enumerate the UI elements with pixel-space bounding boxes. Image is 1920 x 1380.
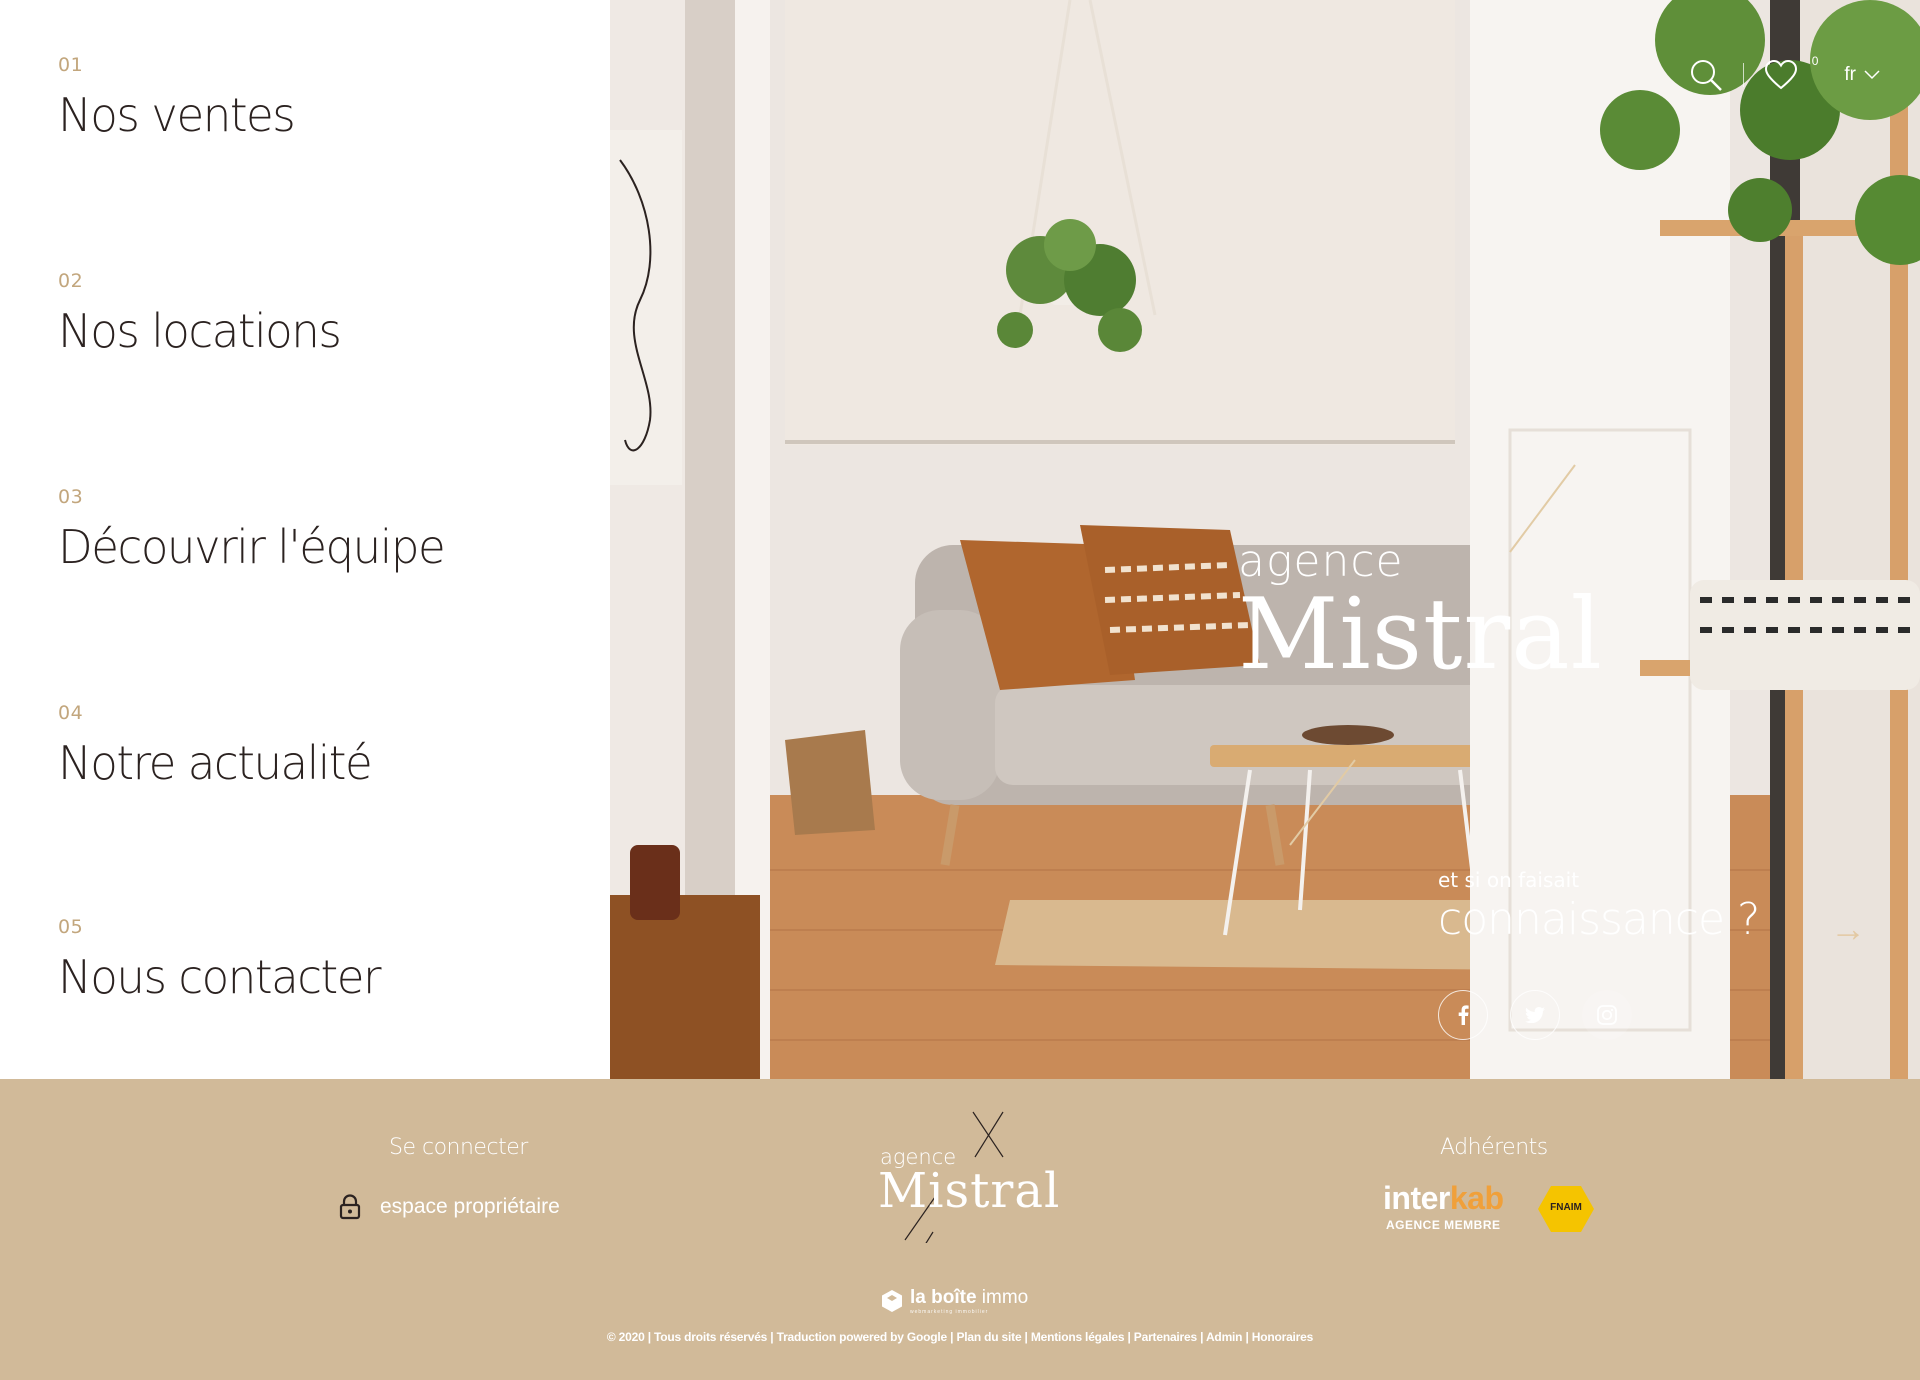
legal-links: © 2020 | Tous droits réservés | Traducti… [606, 1330, 1314, 1344]
interkab-logo[interactable]: interkab AGENCE MEMBRE [1383, 1180, 1504, 1232]
interkab-inter: inter [1383, 1180, 1450, 1216]
menu-item-label[interactable]: Nous contacter [58, 950, 382, 1004]
favorites-count: 0 [1811, 54, 1819, 68]
menu-item-actualite[interactable]: 04 Notre actualité [58, 702, 378, 790]
owner-space-link[interactable]: espace propriétaire [338, 1194, 560, 1220]
menu-item-label[interactable]: Notre actualité [58, 736, 373, 790]
members-section: Adhérents [1440, 1135, 1548, 1160]
menu-item-ventes[interactable]: 01 Nos ventes [58, 54, 299, 142]
legal-partners-link[interactable]: Partenaires [1134, 1330, 1197, 1344]
login-title: Se connecter [389, 1135, 528, 1160]
brand-logo: agence Mistral [1238, 540, 1603, 692]
search-icon[interactable] [1689, 58, 1723, 92]
instagram-icon[interactable] [1582, 990, 1632, 1040]
legal-rights: Tous droits réservés [654, 1330, 768, 1344]
laboite-bold: la boîte [910, 1287, 977, 1308]
interkab-subtitle: AGENCE MEMBRE [1385, 1218, 1501, 1232]
laboite-light: immo [976, 1287, 1029, 1308]
legal-fees-link[interactable]: Honoraires [1252, 1330, 1314, 1344]
social-links [1438, 990, 1632, 1040]
header-divider [1742, 63, 1744, 87]
interkab-kab: kab [1449, 1180, 1504, 1216]
language-label: fr [1844, 64, 1856, 85]
menu-item-label[interactable]: Nos ventes [58, 88, 296, 142]
language-selector[interactable]: fr [1844, 64, 1880, 86]
footer-brand-name: Mistral [878, 1163, 1061, 1219]
menu-item-label[interactable]: Nos locations [58, 304, 342, 358]
laboite-icon [882, 1290, 902, 1312]
menu-item-equipe[interactable]: 03 Découvrir l'équipe [58, 486, 452, 574]
legal-translation-link[interactable]: Traduction powered by Google [777, 1330, 948, 1344]
chevron-down-icon [1864, 70, 1880, 80]
main-menu: 01 Nos ventes 02 Nos locations 03 Découv… [0, 0, 610, 1079]
facebook-icon[interactable] [1438, 990, 1488, 1040]
arrow-right-icon[interactable]: → [1830, 908, 1866, 950]
members-title: Adhérents [1440, 1135, 1548, 1160]
menu-item-contact[interactable]: 05 Nous contacter [58, 916, 387, 1004]
menu-item-locations[interactable]: 02 Nos locations [58, 270, 346, 358]
owner-space-label[interactable]: espace propriétaire [380, 1195, 560, 1219]
menu-item-label[interactable]: Découvrir l'équipe [58, 520, 446, 574]
laboite-subtitle: webmarketing immobilier [910, 1309, 989, 1315]
hero-section: 0 fr agence Mistral et si on faisait con… [610, 0, 1920, 1079]
menu-item-number: 05 [58, 916, 84, 938]
brand-name: Mistral [1238, 578, 1603, 692]
legal-mentions-link[interactable]: Mentions légales [1031, 1330, 1125, 1344]
legal-copyright: © 2020 [606, 1330, 645, 1344]
cta-connaissance[interactable]: et si on faisait connaissance ? [1438, 868, 1760, 945]
lock-icon [339, 1194, 361, 1220]
header-toolbar: 0 fr [1689, 54, 1880, 92]
menu-item-number: 04 [58, 702, 84, 724]
site-footer: Se connecter espace propriétaire agence … [0, 1079, 1920, 1380]
menu-item-number: 03 [58, 486, 84, 508]
cta-title[interactable]: connaissance ? [1438, 894, 1760, 945]
footer-brand-logo: agence Mistral [878, 1107, 1059, 1243]
menu-item-number: 02 [58, 270, 84, 292]
laboite-immo-link[interactable]: la boîte immo webmarketing immobilier [880, 1287, 1028, 1315]
legal-sitemap-link[interactable]: Plan du site [956, 1330, 1021, 1344]
twitter-icon[interactable] [1510, 990, 1560, 1040]
menu-item-number: 01 [58, 54, 84, 76]
cta-subtitle: et si on faisait [1438, 868, 1580, 892]
legal-admin-link[interactable]: Admin [1206, 1330, 1243, 1344]
fnaim-label: FNAIM [1550, 1202, 1582, 1213]
login-section: Se connecter [389, 1135, 528, 1160]
heart-icon[interactable] [1764, 60, 1798, 90]
